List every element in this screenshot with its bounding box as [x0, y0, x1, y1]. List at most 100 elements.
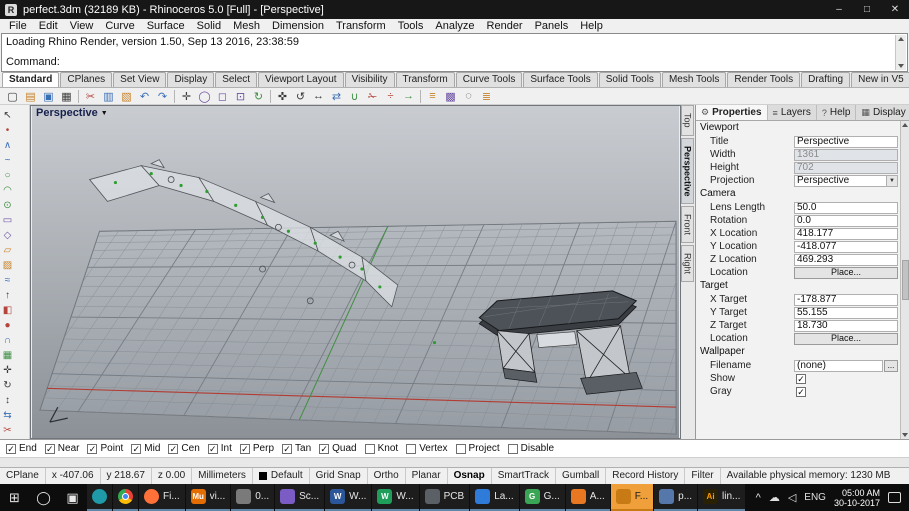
viewport-tab-top[interactable]: Top: [681, 105, 694, 136]
cloud-icon[interactable]: ☁: [769, 491, 780, 504]
array-icon[interactable]: ▩: [442, 88, 459, 104]
point-tool-icon[interactable]: •: [0, 123, 15, 138]
menu-transform[interactable]: Transform: [330, 19, 392, 33]
paste-icon[interactable]: ▧: [118, 88, 135, 104]
extrude-tool-icon[interactable]: ↑: [0, 288, 15, 303]
taskbar-app-chrome[interactable]: [113, 484, 138, 511]
osnap-end[interactable]: ✓ End: [6, 443, 37, 454]
taskbar-app-firefox[interactable]: Fi...: [139, 484, 185, 511]
target-place-button[interactable]: Place...: [794, 332, 898, 345]
scroll-up-icon[interactable]: [902, 123, 908, 127]
title-input[interactable]: Perspective: [794, 135, 898, 148]
move-icon[interactable]: ✜: [274, 88, 291, 104]
menu-analyze[interactable]: Analyze: [429, 19, 480, 33]
trim-icon[interactable]: ✁: [364, 88, 381, 104]
polyline-tool-icon[interactable]: ∧: [0, 138, 15, 153]
status-filter[interactable]: Filter: [685, 467, 721, 485]
osnap-near[interactable]: ✓ Near: [44, 443, 79, 454]
copy-icon[interactable]: ▥: [100, 88, 117, 104]
move-tool-icon[interactable]: ✛: [0, 363, 15, 378]
speaker-icon[interactable]: ◁: [788, 491, 796, 504]
taskbar-app-p[interactable]: p...: [654, 484, 698, 511]
menu-edit[interactable]: Edit: [33, 19, 64, 33]
tab-visibility[interactable]: Visibility: [344, 72, 395, 87]
panel-tab-properties[interactable]: ⚙ Properties: [696, 105, 768, 120]
projection-select[interactable]: Perspective ▼: [794, 174, 898, 187]
taskbar-app-sc[interactable]: Sc...: [275, 484, 325, 511]
osnap-int[interactable]: ✓ Int: [207, 443, 232, 454]
hide-icon[interactable]: ◌: [460, 88, 477, 104]
tab-select[interactable]: Select: [215, 72, 258, 87]
tab-render-tools[interactable]: Render Tools: [727, 72, 801, 87]
task-view-icon[interactable]: ▣: [58, 484, 87, 511]
status-planar[interactable]: Planar: [406, 467, 448, 485]
menu-mesh[interactable]: Mesh: [227, 19, 266, 33]
rectangle-tool-icon[interactable]: ▭: [0, 213, 15, 228]
boolean-tool-icon[interactable]: ∩: [0, 333, 15, 348]
osnap-perp[interactable]: ✓ Perp: [239, 443, 274, 454]
tab-new-in-v5[interactable]: New in V5: [851, 72, 909, 87]
pan-icon[interactable]: ✛: [178, 88, 195, 104]
mirror-tool-icon[interactable]: ⇆: [0, 408, 15, 423]
offset-icon[interactable]: ≡: [424, 88, 441, 104]
clock[interactable]: 05:00 AM 30-10-2017: [834, 488, 880, 508]
rotate-tool-icon[interactable]: ↻: [0, 378, 15, 393]
box-tool-icon[interactable]: ◧: [0, 303, 15, 318]
curve-tool-icon[interactable]: ~: [0, 153, 15, 168]
panel-scrollbar[interactable]: [900, 121, 909, 439]
wallpaper-show-checkbox[interactable]: ✓: [796, 373, 806, 384]
status-units[interactable]: Millimeters: [192, 467, 253, 485]
menu-curve[interactable]: Curve: [99, 19, 140, 33]
arc-tool-icon[interactable]: ◠: [0, 183, 15, 198]
taskbar-app-illustrator[interactable]: Ai lin...: [698, 484, 746, 511]
tab-mesh-tools[interactable]: Mesh Tools: [661, 72, 727, 87]
tab-viewport-layout[interactable]: Viewport Layout: [258, 72, 344, 87]
wallpaper-filename[interactable]: (none): [794, 359, 883, 372]
trim-tool-icon[interactable]: ✂: [0, 423, 15, 438]
taskbar-app-0[interactable]: 0...: [231, 484, 275, 511]
sphere-tool-icon[interactable]: ●: [0, 318, 15, 333]
osnap-quad[interactable]: ✓ Quad: [319, 443, 357, 454]
osnap-mid[interactable]: ✓ Mid: [131, 443, 160, 454]
tab-set-view[interactable]: Set View: [113, 72, 167, 87]
surface-tool-icon[interactable]: ▨: [0, 258, 15, 273]
status-record-history[interactable]: Record History: [606, 467, 686, 485]
taskbar-app-g[interactable]: G G...: [519, 484, 565, 511]
panel-tab-display[interactable]: ▦ Display: [856, 105, 909, 120]
taskbar-app-f-flashing[interactable]: F...: [610, 484, 654, 511]
taskbar-app-a[interactable]: A...: [565, 484, 610, 511]
y-location-input[interactable]: -418.077: [794, 240, 898, 253]
scale-tool-icon[interactable]: ↕: [0, 393, 15, 408]
osnap-disable[interactable]: Disable: [507, 443, 554, 454]
osnap-project[interactable]: Project: [455, 443, 500, 454]
language-indicator[interactable]: ENG: [804, 492, 826, 503]
menu-dimension[interactable]: Dimension: [266, 19, 330, 33]
scroll-up-icon[interactable]: [898, 37, 904, 41]
menu-view[interactable]: View: [64, 19, 100, 33]
action-center-icon[interactable]: [888, 492, 901, 503]
y-target-input[interactable]: 55.155: [794, 306, 898, 319]
tray-expand-icon[interactable]: ^: [756, 492, 761, 504]
rotate-icon[interactable]: ↺: [292, 88, 309, 104]
status-ortho[interactable]: Ortho: [368, 467, 406, 485]
new-file-icon[interactable]: ▢: [4, 88, 21, 104]
search-icon[interactable]: ◯: [29, 484, 58, 511]
circle-tool-icon[interactable]: ○: [0, 168, 15, 183]
tab-display[interactable]: Display: [167, 72, 215, 87]
rotate-view-icon[interactable]: ↻: [250, 88, 267, 104]
extend-icon[interactable]: →: [400, 88, 417, 104]
menu-solid[interactable]: Solid: [191, 19, 227, 33]
x-location-input[interactable]: 418.177: [794, 227, 898, 240]
cut-icon[interactable]: ✂: [82, 88, 99, 104]
split-icon[interactable]: ÷: [382, 88, 399, 104]
osnap-knot[interactable]: Knot: [364, 443, 398, 454]
tab-curve-tools[interactable]: Curve Tools: [455, 72, 523, 87]
pointer-tool-icon[interactable]: ↖: [0, 108, 15, 123]
scroll-down-icon[interactable]: [902, 433, 908, 437]
save-file-icon[interactable]: ▣: [40, 88, 57, 104]
viewport-canvas[interactable]: Perspective ▼: [30, 105, 681, 439]
taskbar-app-la[interactable]: La...: [470, 484, 519, 511]
panel-tab-help[interactable]: ? Help: [817, 105, 857, 120]
tab-cplanes[interactable]: CPlanes: [60, 72, 113, 87]
taskbar-app-mu[interactable]: Mu vi...: [185, 484, 231, 511]
